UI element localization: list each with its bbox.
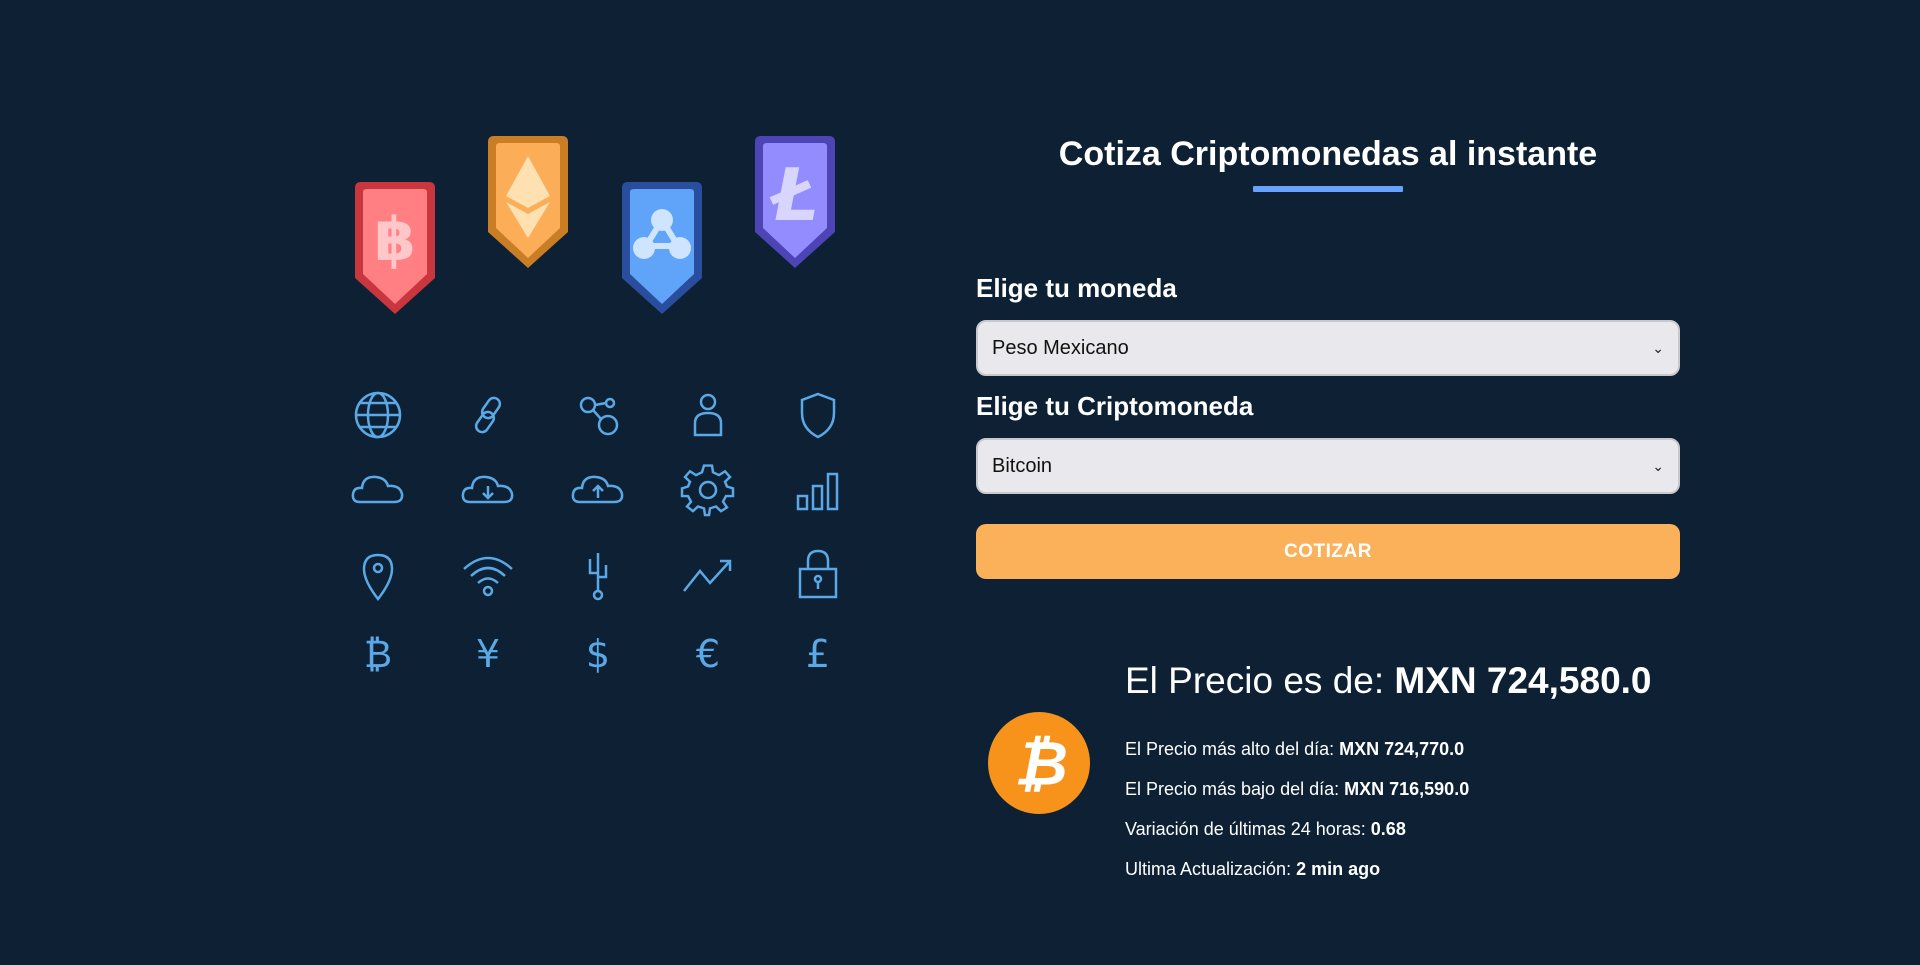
price-value: MXN 724,580.0 [1394,660,1652,701]
cloud-upload-icon [568,460,628,520]
map-pin-icon [348,545,408,605]
lock-icon [788,545,848,605]
user-icon [678,385,738,445]
crypto-select[interactable]: Bitcoin ⌄ [976,438,1680,494]
litecoin-badge-icon: Ł [745,134,845,270]
bitcoin-icon: ₿ [348,623,408,683]
globe-icon [348,385,408,445]
cotizar-button[interactable]: COTIZAR [976,524,1680,579]
page-title: Cotiza Criptomonedas al instante [1058,135,1598,173]
page: ฿ Ł ₿ ¥ $ € £ Cotiza Criptomonedas al in… [0,0,1920,965]
title-underline [1253,186,1403,192]
low-value: MXN 716,590.0 [1344,779,1470,799]
svg-text:฿: ฿ [374,205,416,275]
currency-select[interactable]: Peso Mexicano ⌄ [976,320,1680,376]
trend-up-icon [678,545,738,605]
last-updated: Ultima Actualización: 2 min ago [1125,859,1380,880]
wifi-icon [458,545,518,605]
svg-text:¥: ¥ [476,632,500,676]
currency-select-value: Peso Mexicano [992,336,1129,359]
euro-icon: € [678,623,738,683]
change-label: Variación de últimas 24 horas: [1125,819,1371,839]
crypto-select-value: Bitcoin [992,454,1053,477]
svg-text:€: € [696,632,720,676]
svg-text:$: $ [586,632,610,676]
price-label: El Precio es de: [1125,660,1395,701]
bar-chart-icon [788,460,848,520]
price-main: El Precio es de: MXN 724,580.0 [1125,660,1652,702]
bitcoin-icon: ₿ [988,712,1090,814]
crypto-label: Elige tu Criptomoneda [976,391,1254,421]
link-icon [458,385,518,445]
pound-icon: £ [788,623,848,683]
low-label: El Precio más bajo del día: [1125,779,1345,799]
currency-label: Elige tu moneda [976,273,1177,303]
change-value: 0.68 [1370,819,1406,839]
ripple-badge-icon [612,180,712,316]
gear-icon [678,460,738,520]
crypto-illustration: ฿ Ł ₿ ¥ $ € £ [340,130,860,690]
dollar-icon: $ [568,623,628,683]
cloud-download-icon [458,460,518,520]
svg-text:₿: ₿ [364,632,392,676]
updated-value: 2 min ago [1296,859,1381,879]
high-price: El Precio más alto del día: MXN 724,770.… [1125,739,1464,760]
shield-icon [788,385,848,445]
cloud-icon [348,460,408,520]
low-price: El Precio más bajo del día: MXN 716,590.… [1125,779,1469,800]
high-label: El Precio más alto del día: [1125,739,1340,759]
yen-icon: ¥ [458,623,518,683]
chevron-down-icon: ⌄ [1652,457,1664,474]
svg-text:₿: ₿ [1014,728,1068,799]
ethereum-badge-icon [478,134,578,270]
chevron-down-icon: ⌄ [1652,339,1664,356]
network-icon [568,385,628,445]
usb-icon [568,545,628,605]
svg-text:£: £ [806,632,830,676]
high-value: MXN 724,770.0 [1339,739,1465,759]
svg-text:Ł: Ł [769,153,819,237]
updated-label: Ultima Actualización: [1125,859,1297,879]
bitcoin-badge-icon: ฿ [345,180,445,316]
change-24h: Variación de últimas 24 horas: 0.68 [1125,819,1406,840]
